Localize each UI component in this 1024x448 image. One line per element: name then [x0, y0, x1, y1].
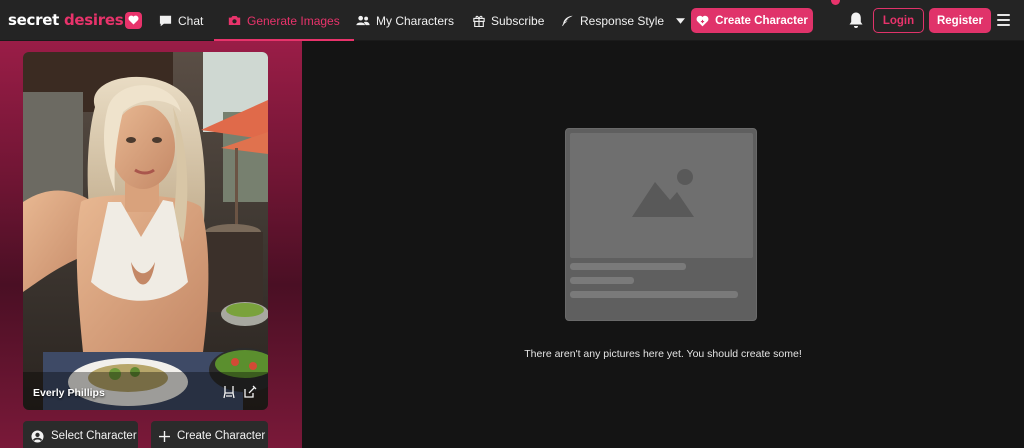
- logo-word-desires: desires: [63, 11, 124, 29]
- create-character-button[interactable]: Create Character: [691, 8, 813, 33]
- image-icon: [632, 169, 694, 217]
- nav-generate-images[interactable]: Generate Images: [214, 0, 354, 41]
- brand-logo[interactable]: secret desires: [8, 11, 143, 29]
- nav-chat[interactable]: Chat: [159, 0, 203, 41]
- nav-chat-label: Chat: [178, 13, 204, 28]
- users-icon: [356, 15, 370, 26]
- empty-gallery-placeholder: [565, 128, 757, 321]
- logo-word-secret: secret: [8, 11, 59, 29]
- edit-icon[interactable]: [243, 385, 257, 399]
- create-character-side-button[interactable]: Create Character: [151, 421, 268, 448]
- image-gallery-area: There aren't any pictures here yet. You …: [302, 41, 1024, 448]
- caret-down-icon: [676, 17, 686, 24]
- select-character-label: Select Character: [51, 430, 137, 442]
- top-navbar: secret desires Chat Generate Images My C…: [0, 0, 1024, 41]
- notification-dot: [831, 0, 840, 5]
- heart-logo-icon: [125, 11, 143, 29]
- placeholder-line: [570, 291, 738, 298]
- character-panel: Everly Phillips Select Character Create …: [0, 41, 302, 448]
- nav-generate-images-label: Generate Images: [247, 13, 340, 28]
- chat-bubble-icon: [159, 15, 172, 26]
- character-name: Everly Phillips: [33, 387, 105, 399]
- nav-my-characters-label: My Characters: [376, 13, 455, 28]
- register-button[interactable]: Register: [929, 8, 991, 33]
- gift-icon: [473, 15, 485, 27]
- login-button[interactable]: Login: [873, 8, 924, 33]
- placeholder-line: [570, 277, 634, 284]
- nav-subscribe-label: Subscribe: [491, 13, 545, 28]
- user-circle-icon: [31, 429, 44, 443]
- create-character-side-label: Create Character: [177, 430, 266, 442]
- camera-icon: [228, 16, 241, 25]
- empty-state-message: There aren't any pictures here yet. You …: [524, 348, 802, 360]
- placeholder-image: [570, 133, 753, 258]
- bell-icon[interactable]: [848, 11, 864, 29]
- nav-my-characters[interactable]: My Characters: [356, 0, 454, 41]
- nav-response-style[interactable]: Response Style: [561, 0, 686, 41]
- character-card[interactable]: Everly Phillips: [23, 52, 268, 410]
- nav-response-style-label: Response Style: [580, 13, 665, 28]
- hamburger-menu-icon[interactable]: [997, 14, 1010, 26]
- heart-plus-icon: [696, 15, 709, 26]
- placeholder-line: [570, 263, 686, 270]
- feather-icon: [561, 15, 573, 26]
- select-character-button[interactable]: Select Character: [23, 421, 138, 448]
- nav-subscribe[interactable]: Subscribe: [473, 0, 544, 41]
- chair-edit-icon[interactable]: [222, 385, 236, 399]
- plus-icon: [159, 430, 170, 442]
- create-character-label: Create Character: [715, 14, 808, 27]
- character-portrait-image: [23, 52, 268, 410]
